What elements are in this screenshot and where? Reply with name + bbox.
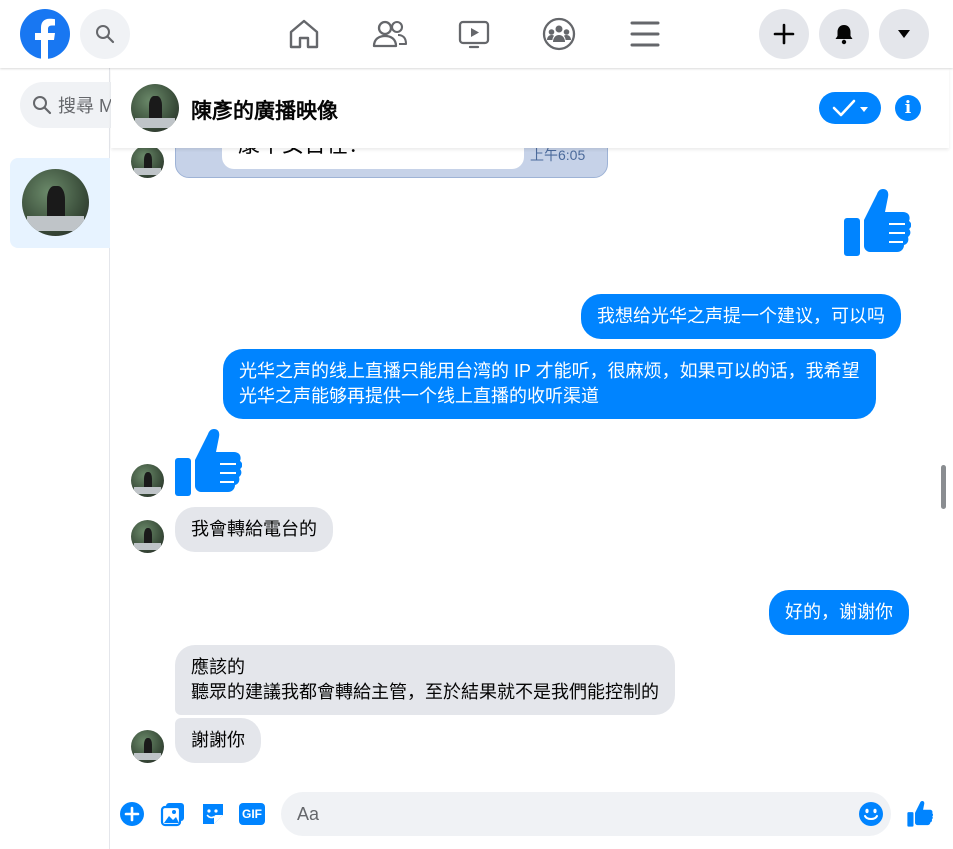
message-bubble-incoming[interactable]: 謝謝你 <box>175 718 261 763</box>
search-icon <box>33 96 52 115</box>
message-scrollbar[interactable] <box>941 465 946 509</box>
top-navigation-bar <box>0 0 953 68</box>
message-bubble-outgoing[interactable]: 好的，谢谢你 <box>769 590 909 635</box>
check-icon <box>832 99 868 117</box>
top-search-button[interactable] <box>80 9 130 59</box>
facebook-f-icon <box>35 18 55 59</box>
send-like-icon[interactable] <box>907 801 933 827</box>
shared-message-text: 康中女台在？ <box>238 148 370 159</box>
conversation-list: 搜尋 M <box>0 68 140 849</box>
caret-down-icon <box>898 30 910 38</box>
gif-label: GIF <box>239 803 265 825</box>
message-line: 應該的 <box>191 657 245 677</box>
photo-icon[interactable] <box>160 801 186 827</box>
like-message[interactable] <box>174 428 243 503</box>
search-placeholder: 搜尋 M <box>58 96 114 116</box>
sender-avatar <box>131 520 164 553</box>
friends-icon <box>372 20 408 48</box>
contact-avatar <box>22 169 89 236</box>
sticker-icon[interactable] <box>200 801 226 827</box>
message-bubble-incoming[interactable]: 應該的 聽眾的建議我都會轉給主管，至於結果就不是我們能控制的 <box>175 645 675 715</box>
add-circle-icon[interactable] <box>119 801 145 827</box>
message-line: 光华之声能够再提供一个线上直播的收听渠道 <box>239 386 599 406</box>
mark-done-button[interactable] <box>819 92 881 124</box>
bell-icon <box>835 25 853 45</box>
sender-avatar <box>131 464 164 497</box>
sender-avatar <box>131 148 164 178</box>
create-button[interactable] <box>759 9 809 59</box>
chat-header-avatar[interactable] <box>131 84 179 132</box>
shared-message-card[interactable]: 康中女台在？ 上午6:05 <box>175 148 608 178</box>
emoji-icon[interactable] <box>858 801 884 827</box>
chat-title[interactable]: 陳彥的廣播映像 <box>191 95 338 125</box>
shared-message-inner: 康中女台在？ <box>222 148 524 169</box>
message-timestamp: 上午6:05 <box>530 148 586 163</box>
facebook-logo[interactable] <box>20 9 70 59</box>
nav-menu[interactable] <box>625 14 665 54</box>
chat-header: 陳彥的廣播映像 i <box>111 68 949 148</box>
nav-home[interactable] <box>284 14 324 54</box>
message-bubble-outgoing[interactable]: 光华之声的线上直播只能用台湾的 IP 才能听，很麻烦，如果可以的话，我希望 光华… <box>223 349 876 419</box>
home-icon <box>289 19 319 49</box>
notifications-button[interactable] <box>819 9 869 59</box>
groups-icon <box>542 17 576 51</box>
like-message[interactable] <box>843 188 912 263</box>
message-line: 光华之声的线上直播只能用台湾的 IP 才能听，很麻烦，如果可以的话，我希望 <box>239 361 860 381</box>
active-conversation-item[interactable] <box>10 158 110 248</box>
gif-icon[interactable]: GIF <box>239 801 265 827</box>
nav-friends[interactable] <box>370 14 410 54</box>
message-bubble-incoming[interactable]: 我會轉給電台的 <box>175 507 333 552</box>
message-composer: GIF <box>111 775 953 849</box>
message-thread: 康中女台在？ 上午6:05 我想给光华之声提一个建议，可以吗 光华之声的线上直播… <box>111 148 939 775</box>
message-line: 聽眾的建議我都會轉給主管，至於結果就不是我們能控制的 <box>191 682 659 702</box>
account-menu-button[interactable] <box>879 9 929 59</box>
like-icon <box>175 429 243 496</box>
info-icon[interactable]: i <box>895 95 921 121</box>
nav-groups[interactable] <box>539 14 579 54</box>
menu-icon <box>630 21 660 47</box>
message-bubble-outgoing[interactable]: 我想给光华之声提一个建议，可以吗 <box>581 294 901 339</box>
message-input[interactable] <box>281 792 891 836</box>
watch-icon <box>458 20 490 49</box>
nav-watch[interactable] <box>454 14 494 54</box>
like-icon <box>844 189 912 256</box>
plus-icon <box>773 23 795 45</box>
search-icon <box>96 25 115 44</box>
sender-avatar <box>131 730 164 763</box>
